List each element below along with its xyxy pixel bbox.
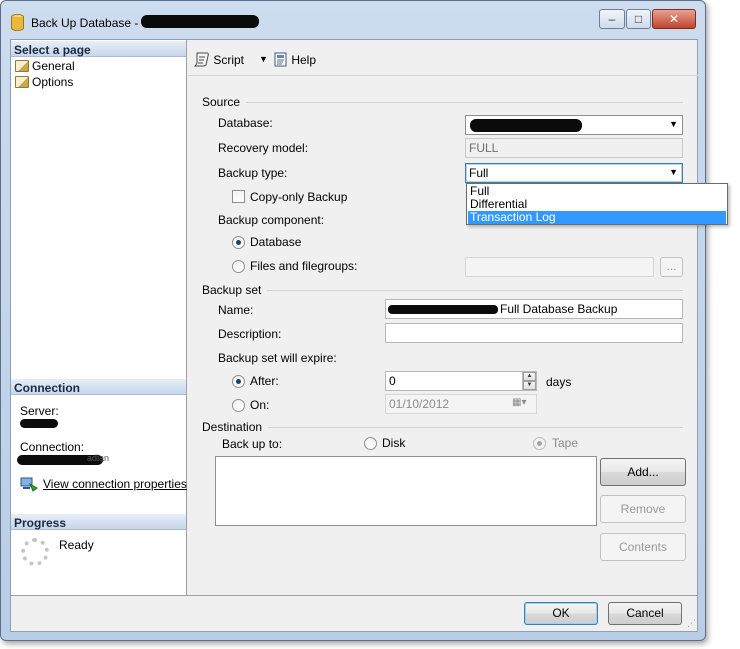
- connection-properties-icon: [20, 477, 38, 492]
- progress-spinner-icon: [21, 538, 49, 566]
- page-icon: [15, 60, 29, 72]
- backup-type-dropdown-list: Full Differential Transaction Log: [466, 183, 728, 225]
- connection-header: Connection: [11, 378, 186, 395]
- recovery-model-label: Recovery model:: [218, 141, 309, 155]
- disk-radio[interactable]: [364, 437, 377, 450]
- backup-component-label: Backup component:: [218, 213, 325, 227]
- files-browse-button[interactable]: ...: [660, 257, 683, 277]
- redacted-database-name: [141, 15, 259, 28]
- dialog-client-area: Select a page General Options Connection…: [10, 39, 728, 632]
- expire-on-label: On:: [250, 398, 270, 412]
- expire-after-radio[interactable]: [232, 375, 245, 388]
- backup-type-combo[interactable]: Full ▼: [465, 163, 683, 183]
- dropdown-option-transaction-log[interactable]: Transaction Log: [468, 211, 726, 224]
- redacted-name-prefix: [388, 305, 498, 314]
- description-input[interactable]: [385, 323, 683, 343]
- destination-group: Destination: [202, 420, 683, 434]
- backup-set-group: Backup set: [202, 283, 683, 297]
- spin-down-icon[interactable]: ▼: [523, 381, 536, 390]
- source-group-title: Source: [202, 95, 247, 109]
- page-icon: [15, 76, 29, 88]
- script-dropdown-chevron-down-icon[interactable]: ▼: [259, 54, 268, 64]
- destination-group-title: Destination: [202, 420, 269, 434]
- expire-label: Backup set will expire:: [218, 351, 337, 365]
- minimize-button[interactable]: –: [599, 9, 625, 29]
- add-destination-button[interactable]: Add...: [600, 458, 686, 486]
- window-title: Back Up Database - J: [31, 16, 148, 30]
- page-item-general[interactable]: General: [15, 59, 75, 75]
- script-button[interactable]: Script: [193, 52, 244, 67]
- source-group: Source: [202, 95, 683, 109]
- chevron-down-icon: ▼: [669, 119, 678, 129]
- days-spinner[interactable]: ▲ ▼: [522, 371, 536, 391]
- component-database-label: Database: [250, 235, 302, 249]
- component-files-label: Files and filegroups:: [250, 259, 358, 273]
- contents-button: Contents: [600, 533, 686, 561]
- redacted-database-value: [470, 119, 582, 132]
- files-filegroups-field: [465, 257, 654, 277]
- cancel-button[interactable]: Cancel: [608, 602, 682, 625]
- copy-only-checkbox[interactable]: [232, 190, 245, 203]
- database-combo[interactable]: ▼: [465, 115, 683, 135]
- page-item-options[interactable]: Options: [15, 75, 73, 91]
- expire-after-label: After:: [250, 374, 279, 388]
- days-label: days: [546, 375, 572, 389]
- connection-label: Connection:: [20, 440, 85, 454]
- tape-radio: [533, 437, 546, 450]
- backup-set-group-title: Backup set: [202, 283, 268, 297]
- database-icon: [11, 14, 24, 31]
- toolbar: Script ▼ Help: [188, 40, 698, 76]
- script-icon: [193, 52, 209, 67]
- recovery-model-field: FULL: [465, 138, 683, 158]
- close-button[interactable]: ✕: [652, 9, 696, 29]
- component-files-radio[interactable]: [232, 260, 245, 273]
- progress-status: Ready: [59, 538, 94, 552]
- redacted-server-name: [20, 419, 58, 428]
- backup-to-label: Back up to:: [222, 437, 283, 451]
- help-icon: [274, 52, 287, 67]
- expire-days-input[interactable]: 0: [385, 371, 537, 391]
- name-label: Name:: [218, 303, 254, 317]
- chevron-down-icon: ▼: [669, 167, 678, 177]
- tape-label: Tape: [552, 436, 579, 450]
- component-database-radio[interactable]: [232, 236, 245, 249]
- connection-suffix: adian: [87, 453, 110, 463]
- backup-set-name-value: Full Database Backup: [500, 302, 618, 316]
- backup-database-window: Back Up Database - J – □ ✕ Select a page…: [0, 0, 728, 641]
- backup-type-label: Backup type:: [218, 166, 288, 180]
- maximize-button[interactable]: □: [626, 9, 651, 29]
- database-label: Database:: [218, 116, 273, 130]
- resize-grip-icon[interactable]: ⋰: [687, 618, 696, 629]
- expire-on-radio[interactable]: [232, 399, 245, 412]
- spin-up-icon[interactable]: ▲: [523, 372, 536, 381]
- left-panel: Select a page General Options Connection…: [11, 40, 187, 595]
- title-bar[interactable]: Back Up Database - J – □ ✕: [1, 1, 705, 37]
- ok-button[interactable]: OK: [524, 602, 598, 625]
- view-connection-properties-link[interactable]: View connection properties: [43, 477, 187, 491]
- remove-destination-button: Remove: [600, 495, 686, 523]
- copy-only-label: Copy-only Backup: [250, 190, 348, 204]
- calendar-icon: ▦▾: [512, 397, 527, 408]
- disk-label: Disk: [382, 436, 406, 450]
- help-button[interactable]: Help: [274, 52, 316, 67]
- backup-set-name-input[interactable]: Full Database Backup: [385, 299, 683, 319]
- destination-list[interactable]: [215, 456, 597, 526]
- progress-header: Progress: [11, 513, 186, 530]
- description-label: Description:: [218, 327, 282, 341]
- server-label: Server:: [20, 404, 59, 418]
- select-page-header: Select a page: [11, 40, 186, 57]
- backup-type-value: Full: [469, 166, 489, 180]
- dialog-button-bar: OK Cancel ⋰: [11, 595, 697, 631]
